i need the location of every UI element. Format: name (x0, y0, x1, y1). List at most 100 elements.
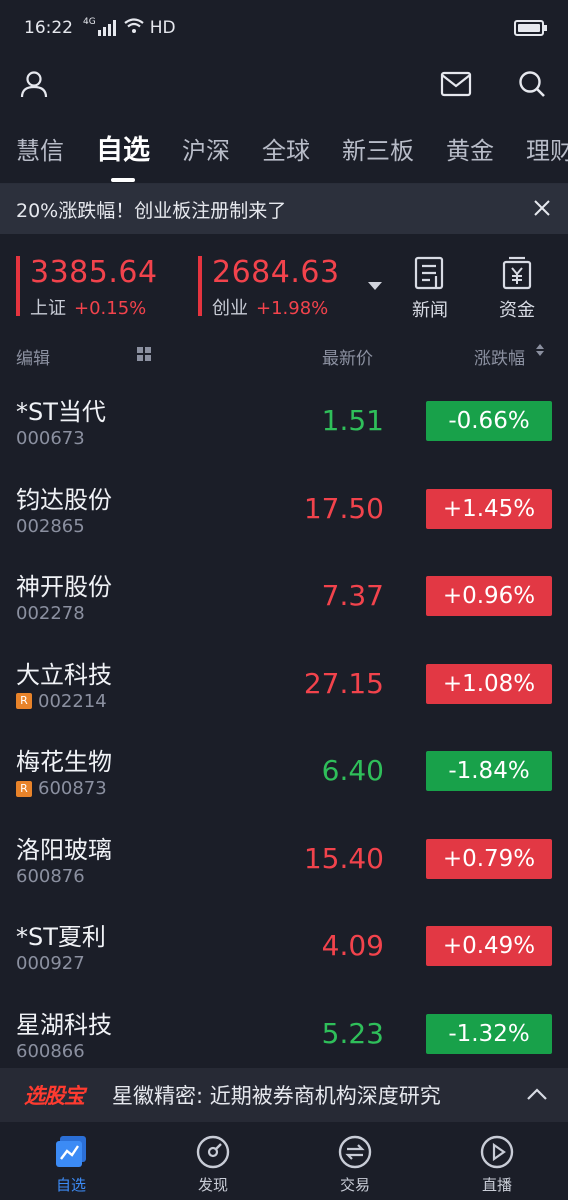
stock-code-line: 600876 (16, 866, 85, 887)
compass-icon (195, 1134, 231, 1170)
stock-list: *ST当代 000673 1.51 -0.66% 钧达股份 002865 17.50 +1.4… (0, 380, 568, 1080)
close-icon[interactable] (530, 196, 554, 220)
promo-logo: 选股宝 (24, 1084, 85, 1108)
stock-code: 600876 (16, 865, 85, 887)
stock-change-badge[interactable]: +1.08% (426, 663, 552, 704)
stock-code-line: 600866 (16, 1041, 85, 1062)
search-icon[interactable] (514, 66, 550, 102)
stock-row[interactable]: 钧达股份 002865 17.50 +1.45% (0, 468, 568, 556)
promo-text: 星徽精密: 近期被券商机构深度研究 (112, 1084, 441, 1108)
stock-change-badge[interactable]: +1.45% (426, 488, 552, 529)
stock-price: 6.40 (321, 754, 384, 787)
tab-huixin[interactable]: 慧信 (0, 118, 80, 183)
list-column-header: 编辑 最新价 涨跌幅 (0, 328, 568, 380)
nav-label: 发现 (197, 1176, 228, 1194)
stock-row[interactable]: 大立科技 R 002214 27.15 +1.08% (0, 643, 568, 731)
stock-change-badge[interactable]: +0.79% (426, 838, 552, 879)
stock-code-line: 000673 (16, 428, 85, 449)
promo-bar[interactable]: 选股宝 星徽精密: 近期被券商机构深度研究 (0, 1068, 568, 1122)
mail-icon[interactable] (438, 66, 474, 102)
stock-code: 000927 (16, 953, 85, 974)
stock-row[interactable]: 神开股份 002278 7.37 +0.96% (0, 555, 568, 643)
nav-live[interactable]: 直播 (426, 1122, 568, 1200)
sort-icon[interactable] (536, 342, 544, 362)
stock-change-badge[interactable]: -1.84% (426, 751, 552, 791)
stock-row[interactable]: *ST夏利 000927 4.09 +0.49% (0, 905, 568, 993)
play-icon (479, 1134, 515, 1170)
stock-code: 002865 (16, 515, 85, 537)
stock-name: 钧达股份 (16, 485, 112, 514)
chevron-up-icon[interactable] (526, 1086, 548, 1100)
market-tabs: 慧信 自选 沪深 全球 新三板 黄金 理财 (0, 118, 568, 184)
stock-code: 002214 (38, 690, 107, 712)
tab-neeq[interactable]: 新三板 (326, 118, 430, 183)
stock-name: 星湖科技 (16, 1010, 112, 1039)
stock-price: 1.51 (321, 404, 384, 437)
stock-code: 600873 (38, 778, 107, 799)
stock-row[interactable]: 洛阳玻璃 600876 15.40 +0.79% (0, 818, 568, 906)
funds-label: 资金 (499, 300, 535, 321)
r-badge: R (16, 780, 32, 797)
status-time: 16:22 (24, 18, 73, 38)
hd-indicator: HD (149, 18, 176, 38)
index-value: 2684.63 (212, 255, 340, 290)
nav-label: 交易 (339, 1176, 370, 1194)
stock-code: 000673 (16, 428, 85, 449)
nav-trade[interactable]: 交易 (284, 1122, 426, 1200)
top-header (0, 56, 568, 112)
stock-price: 15.40 (303, 841, 384, 875)
index-value: 3385.64 (30, 255, 158, 290)
funds-shortcut[interactable]: 资金 (487, 256, 547, 322)
nav-label: 自选 (55, 1176, 86, 1194)
exchange-icon (337, 1134, 373, 1170)
stock-name: 大立科技 (16, 660, 112, 689)
wifi-icon (124, 18, 144, 38)
index-dropdown-icon[interactable] (368, 282, 382, 290)
index-subline: 创业 +1.98% (212, 294, 340, 320)
battery-icon (514, 20, 547, 36)
stock-code-line: 000927 (16, 953, 85, 974)
watchlist-chart-icon (53, 1134, 89, 1170)
stock-price: 4.09 (321, 929, 384, 962)
index-change: +0.15% (74, 298, 147, 319)
tab-global[interactable]: 全球 (246, 118, 326, 183)
bottom-nav: 自选 发现 交易 直播 (0, 1122, 568, 1200)
stock-name: *ST当代 (16, 398, 106, 426)
stock-price: 27.15 (303, 666, 384, 700)
index-chinext[interactable]: 2684.63 创业 +1.98% (198, 255, 340, 320)
index-subline: 上证 +0.15% (30, 294, 158, 320)
index-shanghai[interactable]: 3385.64 上证 +0.15% (16, 255, 158, 320)
news-label: 新闻 (412, 300, 448, 321)
index-bar: 3385.64 上证 +0.15% 2684.63 创业 +1.98% 新闻 资金 (0, 234, 568, 328)
grid-view-icon[interactable] (137, 347, 151, 361)
nav-watchlist[interactable]: 自选 (0, 1122, 142, 1200)
tab-shanghai-shenzhen[interactable]: 沪深 (166, 118, 246, 183)
stock-row[interactable]: 梅花生物 R 600873 6.40 -1.84% (0, 730, 568, 818)
announcement-banner[interactable]: 20%涨跌幅！创业板注册制来了 (0, 184, 568, 234)
tab-gold[interactable]: 黄金 (430, 118, 510, 183)
index-name: 上证 (30, 298, 66, 319)
stock-change-badge[interactable]: +0.96% (426, 576, 552, 616)
nav-discover[interactable]: 发现 (142, 1122, 284, 1200)
news-shortcut[interactable]: 新闻 (400, 256, 460, 322)
edit-button[interactable]: 编辑 (16, 344, 50, 369)
tab-wealth[interactable]: 理财 (510, 118, 568, 183)
stock-change-badge[interactable]: -1.32% (426, 1013, 552, 1054)
user-icon[interactable] (16, 66, 52, 102)
stock-change-badge[interactable]: -0.66% (426, 401, 552, 441)
stock-name: 梅花生物 (16, 748, 112, 776)
change-pct-header[interactable]: 涨跌幅 (474, 344, 525, 369)
status-bar: 16:22 4G HD (0, 0, 568, 56)
stock-name: *ST夏利 (16, 923, 106, 951)
network-type: 4G (83, 17, 96, 27)
tab-watchlist[interactable]: 自选 (80, 118, 166, 183)
stock-row[interactable]: *ST当代 000673 1.51 -0.66% (0, 380, 568, 468)
signal-icon (97, 20, 116, 36)
stock-price: 5.23 (321, 1016, 384, 1050)
funds-icon (501, 256, 533, 290)
stock-row[interactable]: 星湖科技 600866 5.23 -1.32% (0, 993, 568, 1081)
stock-change-badge[interactable]: +0.49% (426, 926, 552, 966)
index-name: 创业 (212, 298, 248, 319)
latest-price-header[interactable]: 最新价 (322, 344, 373, 369)
stock-price: 7.37 (321, 579, 384, 612)
